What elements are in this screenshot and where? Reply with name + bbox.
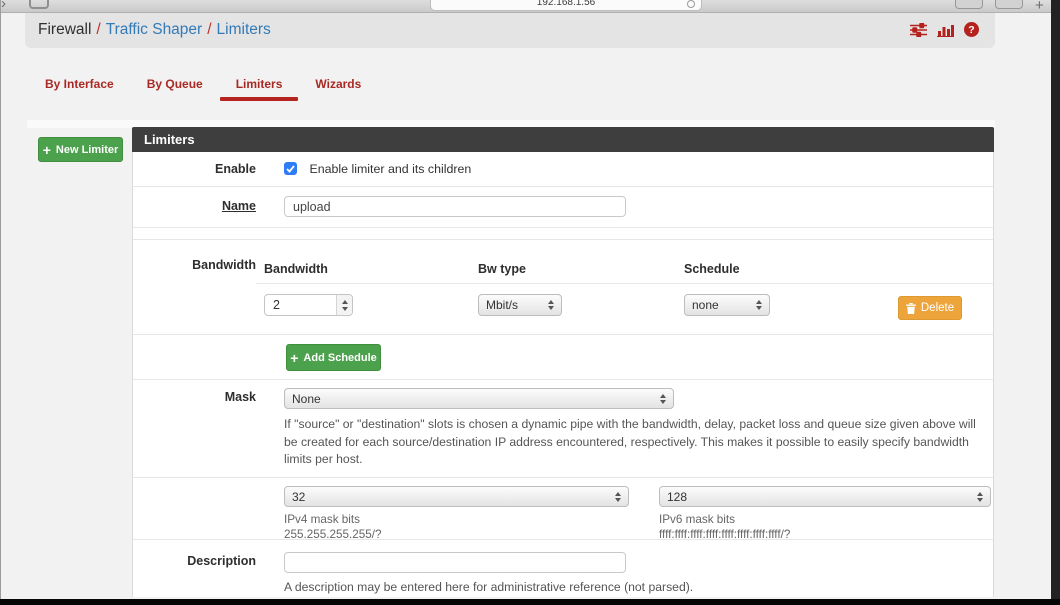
mask-select[interactable]: None xyxy=(284,388,674,409)
tab-by-queue[interactable]: By Queue xyxy=(147,77,203,91)
breadcrumb-link-limiters[interactable]: Limiters xyxy=(217,21,271,38)
share-icon[interactable] xyxy=(955,0,983,9)
description-input[interactable] xyxy=(284,552,626,573)
ipv6-mask-select[interactable]: 128 xyxy=(659,486,991,507)
sliders-icon[interactable] xyxy=(910,23,927,37)
mask-label: Mask xyxy=(133,380,256,477)
name-input[interactable] xyxy=(284,196,626,217)
description-help-text: A description may be entered here for ad… xyxy=(284,580,993,594)
column-header-bw-type: Bw type xyxy=(478,262,526,276)
trash-icon xyxy=(906,303,916,314)
url-text: 192.168.1.56 xyxy=(537,0,595,8)
form-row-mask: Mask None If "source" or "destination" s… xyxy=(133,380,993,478)
schedule-value: none xyxy=(692,298,719,312)
screen-left-edge xyxy=(0,0,1,605)
bandwidth-label: Bandwidth xyxy=(133,240,256,334)
breadcrumb-separator: / xyxy=(96,21,100,38)
stepper-arrows-icon[interactable] xyxy=(336,295,352,315)
bw-type-select[interactable]: Mbit/s xyxy=(478,294,562,316)
enable-label: Enable xyxy=(133,152,256,186)
column-header-schedule: Schedule xyxy=(684,262,740,276)
add-schedule-label: Add Schedule xyxy=(303,352,376,364)
address-bar[interactable]: 192.168.1.56 xyxy=(430,0,702,11)
reload-icon[interactable] xyxy=(687,0,695,8)
screen-right-edge xyxy=(1051,0,1060,605)
description-label: Description xyxy=(133,540,256,597)
limiters-panel: Limiters Enable Enable limiter and its c… xyxy=(132,127,994,597)
screen-bottom-edge xyxy=(0,599,1060,605)
mask-value: None xyxy=(292,392,321,406)
name-label: Name xyxy=(133,187,256,227)
ipv4-mask-caption: IPv4 mask bits xyxy=(284,513,629,526)
form-row-enable: Enable Enable limiter and its children xyxy=(133,152,993,187)
help-icon[interactable]: ? xyxy=(964,22,979,37)
mask-help-text: If "source" or "destination" slots is ch… xyxy=(284,416,990,469)
table-header-divider xyxy=(256,283,993,284)
breadcrumb-bar: Firewall/Traffic Shaper/Limiters xyxy=(25,13,995,48)
bar-chart-icon[interactable] xyxy=(937,23,954,37)
breadcrumb-separator-2: / xyxy=(207,21,211,38)
sidebar-toggle-icon[interactable] xyxy=(29,0,49,9)
enable-checkbox-label: Enable limiter and its children xyxy=(309,162,471,176)
form-row-bandwidth: Bandwidth Bandwidth Bw type Schedule Mbi… xyxy=(133,240,993,335)
breadcrumb-root: Firewall xyxy=(38,21,91,38)
tab-bar: By Interface By Queue Limiters Wizards xyxy=(45,77,394,91)
bandwidth-stepper xyxy=(264,294,353,316)
section-spacer xyxy=(133,228,993,240)
breadcrumb: Firewall/Traffic Shaper/Limiters xyxy=(38,21,271,39)
select-arrows-icon xyxy=(615,492,621,502)
ipv4-mask-column: 32 IPv4 mask bits 255.255.255.255/? xyxy=(284,478,629,541)
ipv4-mask-value: 32 xyxy=(292,490,305,504)
add-schedule-button[interactable]: + Add Schedule xyxy=(286,344,381,371)
browser-toolbar: › 192.168.1.56 + xyxy=(0,0,1060,13)
forward-icon[interactable]: › xyxy=(1,0,6,12)
bw-type-value: Mbit/s xyxy=(486,298,518,312)
ipv4-mask-select[interactable]: 32 xyxy=(284,486,629,507)
tab-limiters[interactable]: Limiters xyxy=(236,77,283,91)
ipv6-mask-value: 128 xyxy=(667,490,687,504)
pfsense-limiters-screen: › 192.168.1.56 + Firewall/Traffic Shaper… xyxy=(0,0,1060,605)
select-arrows-icon xyxy=(660,394,666,404)
form-row-mask-bits: 32 IPv4 mask bits 255.255.255.255/? 128 xyxy=(133,478,993,540)
schedule-select[interactable]: none xyxy=(684,294,770,316)
panel-title: Limiters xyxy=(132,127,994,152)
delete-label: Delete xyxy=(921,302,954,314)
ipv6-mask-column: 128 IPv6 mask bits ffff:ffff:ffff:ffff:f… xyxy=(659,478,991,541)
breadcrumb-link-traffic-shaper[interactable]: Traffic Shaper xyxy=(106,21,203,38)
help-glyph: ? xyxy=(968,24,974,36)
new-tab-button[interactable]: + xyxy=(1035,0,1044,14)
tabs-overview-icon[interactable] xyxy=(995,0,1023,9)
check-icon xyxy=(286,165,295,173)
select-arrows-icon xyxy=(548,300,554,310)
form-row-description: Description A description may be entered… xyxy=(133,540,993,597)
form-row-add-schedule: + Add Schedule xyxy=(133,335,993,380)
plus-icon: + xyxy=(43,143,51,157)
enable-checkbox[interactable] xyxy=(284,162,297,175)
select-arrows-icon xyxy=(977,492,983,502)
tab-by-interface[interactable]: By Interface xyxy=(45,77,114,91)
plus-icon: + xyxy=(290,351,298,365)
form-row-name: Name xyxy=(133,187,993,228)
select-arrows-icon xyxy=(756,300,762,310)
tab-wizards[interactable]: Wizards xyxy=(315,77,361,91)
ipv6-mask-caption: IPv6 mask bits xyxy=(659,513,991,526)
new-limiter-label: New Limiter xyxy=(56,144,118,156)
column-header-bandwidth: Bandwidth xyxy=(264,262,328,276)
delete-button[interactable]: Delete xyxy=(898,296,962,320)
new-limiter-button[interactable]: + New Limiter xyxy=(38,137,123,162)
